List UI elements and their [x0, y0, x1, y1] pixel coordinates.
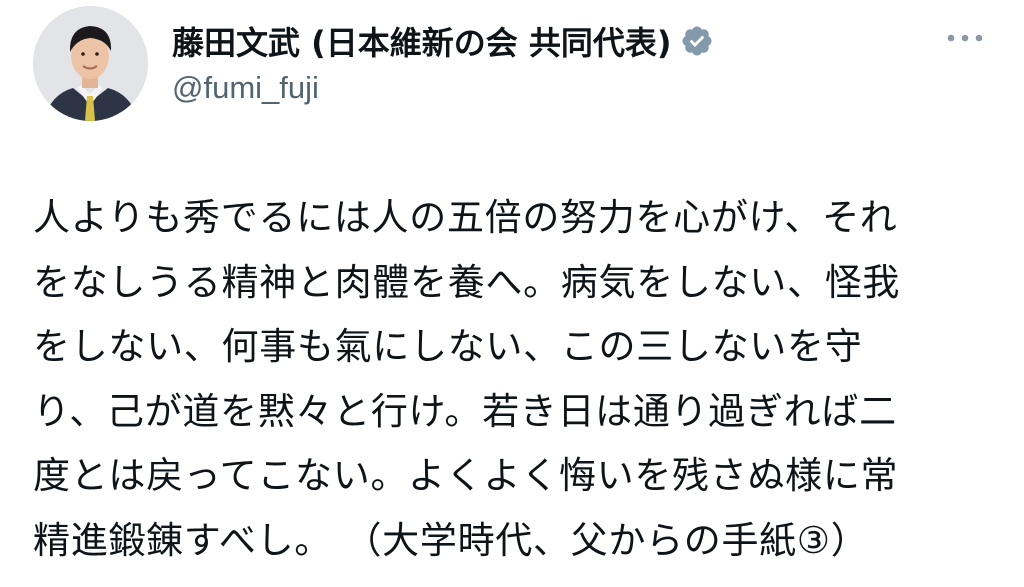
tweet-text-line: をなしうる精神と肉體を養へ。病気をしない、怪我 — [33, 260, 901, 304]
name-row: 藤田文武 (日本維新の会 共同代表) — [172, 16, 714, 66]
avatar[interactable] — [33, 6, 148, 121]
tweet-text-line: り、己が道を黙々と行け。若き日は通り過ぎれば二 — [33, 389, 897, 433]
tweet-text-line: をしない、何事も氣にしない、この三しないを守 — [33, 325, 863, 368]
tweet-text-line: 人よりも秀でるには人の五倍の努力を心がけ、それ — [33, 196, 898, 239]
tweet-text-line: 度とは戻ってこない。よくよく悔いを残さぬ様に常 — [33, 454, 899, 497]
more-button[interactable] — [942, 22, 988, 54]
user-handle[interactable]: @fumi_fuji — [172, 70, 714, 106]
tweet-text: 人よりも秀でるには人の五倍の努力を心がけ、それ をなしうる精神と肉體を養へ。病気… — [33, 186, 1008, 573]
more-horizontal-icon — [947, 34, 983, 42]
display-name[interactable]: 藤田文武 (日本維新の会 共同代表) — [172, 18, 672, 64]
tweet-card: 藤田文武 (日本維新の会 共同代表) @fumi_fuji 人よりも秀でるには人… — [0, 0, 1024, 587]
user-info: 藤田文武 (日本維新の会 共同代表) @fumi_fuji — [172, 16, 714, 106]
verified-badge-icon[interactable] — [680, 24, 714, 58]
tweet-text-line: 精進鍛錬すべし。 （大学時代、父からの手紙③） — [33, 518, 869, 562]
profile-photo — [33, 6, 148, 121]
